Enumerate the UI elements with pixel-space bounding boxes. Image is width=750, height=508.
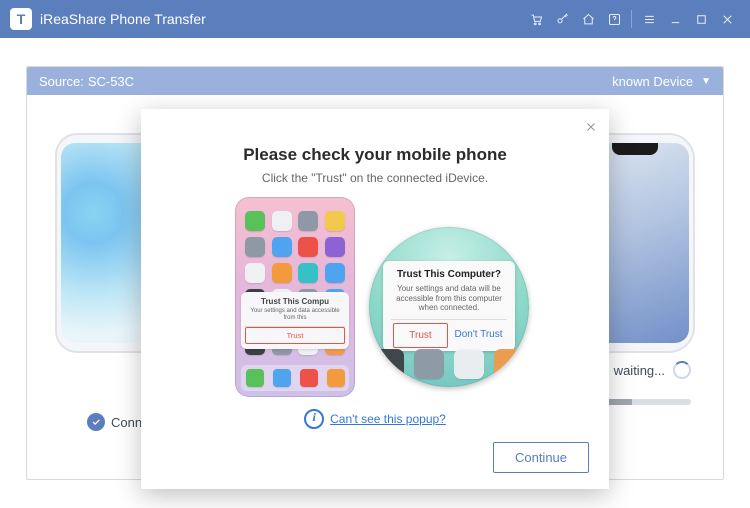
- illustration-trust-btn: Trust: [393, 323, 448, 348]
- source-status: Conn: [87, 413, 142, 431]
- illustration-magnifier: Trust This Computer? Your settings and d…: [369, 227, 529, 387]
- illustration-phone: Trust This Compu Your settings and data …: [235, 197, 355, 397]
- continue-button[interactable]: Continue: [493, 442, 589, 473]
- dialog-title: Please check your mobile phone: [165, 145, 585, 165]
- maximize-icon[interactable]: [688, 6, 714, 32]
- illustration-dont-trust-btn: Don't Trust: [452, 323, 505, 348]
- key-icon[interactable]: [549, 6, 575, 32]
- close-icon[interactable]: [581, 117, 601, 137]
- check-icon: [87, 413, 105, 431]
- panel-header: Source: SC-53C known Device ▼: [27, 67, 723, 95]
- illustration-sheet-small: Trust This Compu Your settings and data …: [241, 292, 349, 349]
- help-icon[interactable]: [601, 6, 627, 32]
- transfer-panel: Source: SC-53C known Device ▼: [26, 66, 724, 480]
- source-status-text: Conn: [111, 415, 142, 430]
- source-device: SC-53C: [88, 74, 134, 89]
- info-icon: i: [304, 409, 324, 429]
- close-window-icon[interactable]: [714, 6, 740, 32]
- titlebar: T iReaShare Phone Transfer: [0, 0, 750, 38]
- home-icon[interactable]: [575, 6, 601, 32]
- separator: [631, 10, 632, 28]
- illustration: Trust This Compu Your settings and data …: [225, 197, 525, 397]
- dest-device-label: known Device: [612, 74, 693, 89]
- source-label: Source:: [39, 74, 84, 89]
- app-title: iReaShare Phone Transfer: [40, 11, 206, 27]
- menu-icon[interactable]: [636, 6, 662, 32]
- chevron-down-icon[interactable]: ▼: [701, 76, 711, 87]
- spinner-icon: [673, 361, 691, 379]
- trust-dialog: Please check your mobile phone Click the…: [141, 109, 609, 489]
- panel-body: Conn puter, waiting... 50% Please check …: [27, 95, 723, 479]
- window-body: Source: SC-53C known Device ▼: [0, 38, 750, 508]
- app-logo: T: [10, 8, 32, 30]
- help-link[interactable]: Can't see this popup?: [330, 412, 446, 426]
- minimize-icon[interactable]: [662, 6, 688, 32]
- cart-icon[interactable]: [523, 6, 549, 32]
- illustration-sheet-large: Trust This Computer? Your settings and d…: [383, 261, 515, 351]
- dialog-subtitle: Click the "Trust" on the connected iDevi…: [165, 171, 585, 185]
